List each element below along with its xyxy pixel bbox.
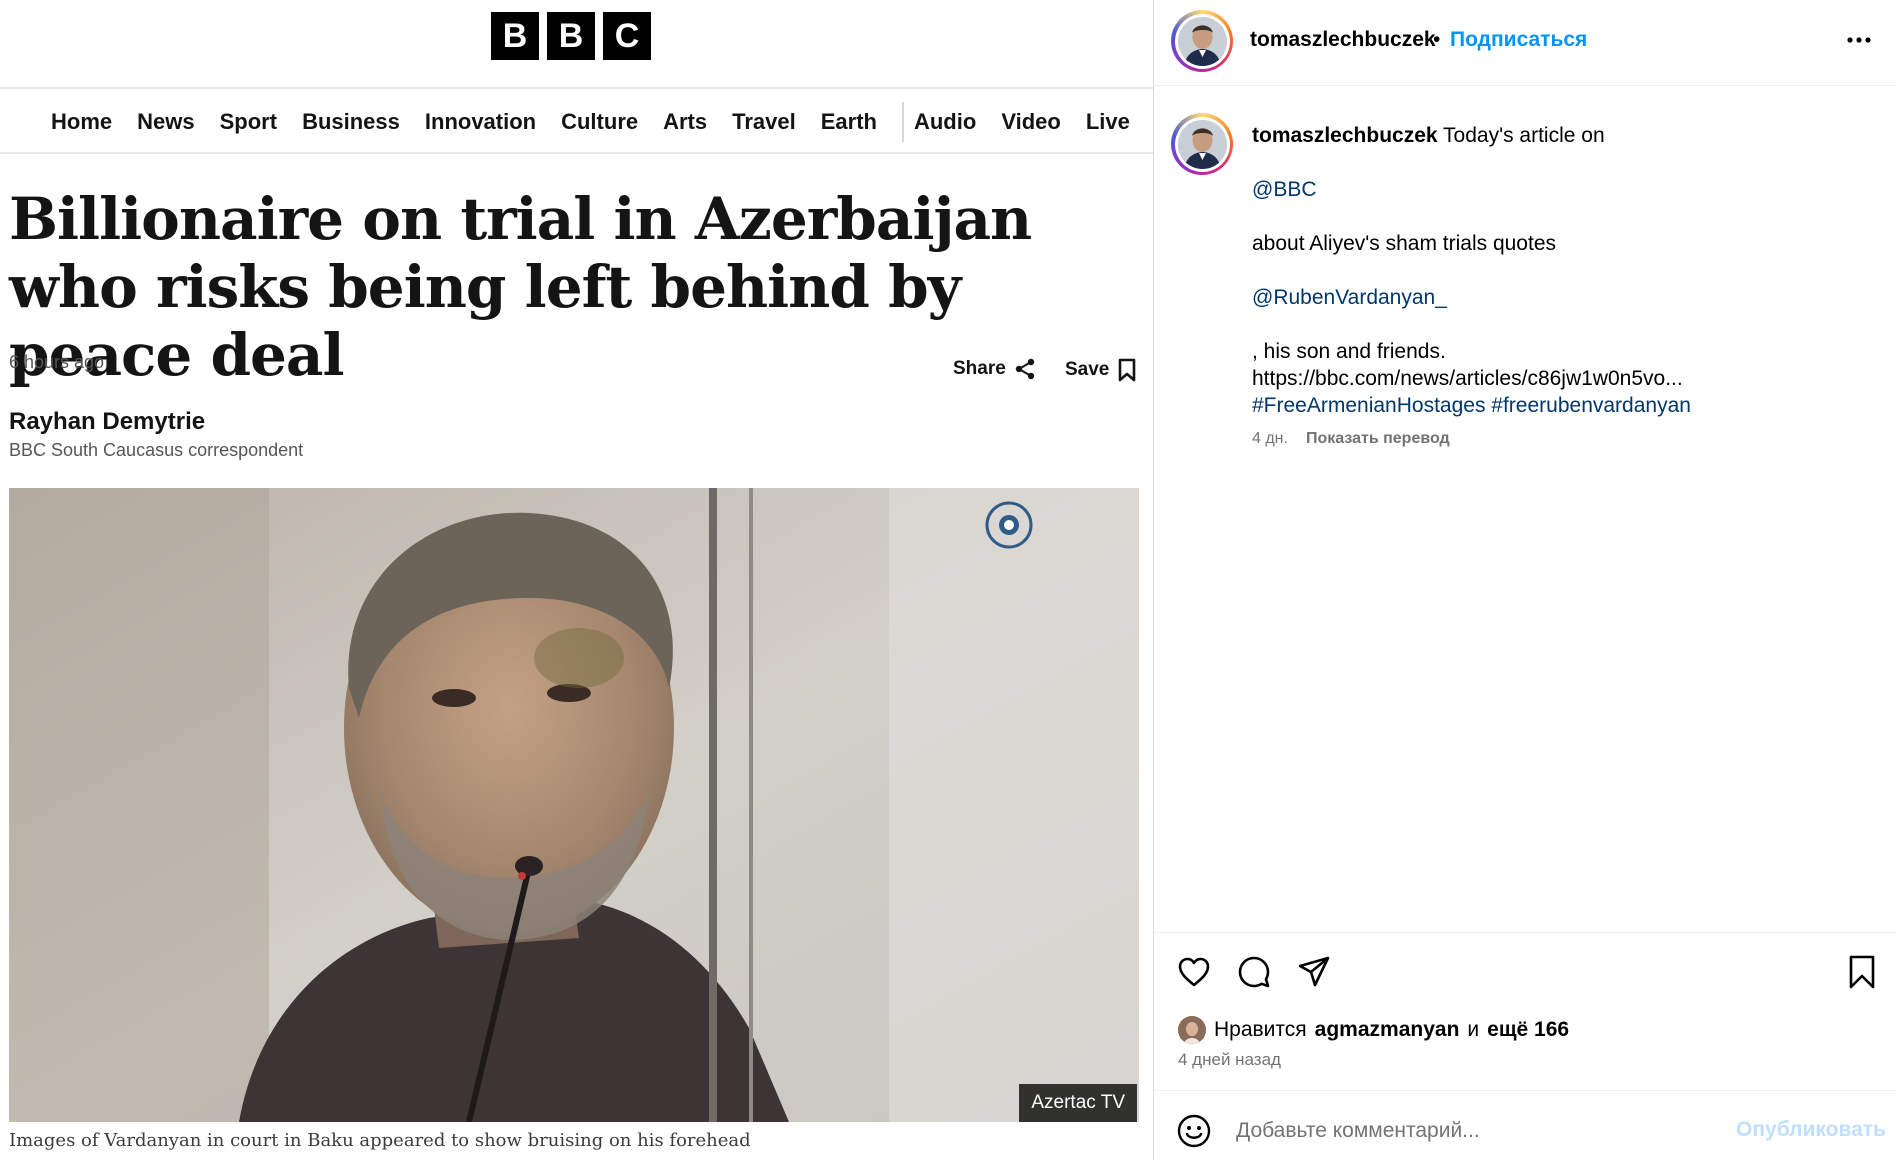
caption-intro: Today's article on [1443, 124, 1605, 147]
caption-meta: 4 дн. Показать перевод [1252, 430, 1450, 448]
nav-news[interactable]: News [137, 109, 194, 135]
caption-username[interactable]: tomaszlechbuczek [1252, 124, 1438, 147]
save-label: Save [1065, 359, 1110, 380]
likes-summary: Нравится agmazmanyan и ещё 166 [1178, 1016, 1569, 1044]
instagram-post-panel: tomaszlechbuczek • Подписаться tomaszlec… [1154, 0, 1896, 1160]
article-timestamp: 6 hours ago [9, 352, 105, 372]
nav-innovation[interactable]: Innovation [425, 109, 536, 135]
caption-line: about Aliyev's sham trials quotes [1252, 232, 1556, 255]
image-watermark: Azertac TV [1019, 1084, 1137, 1122]
article-headline: Billionaire on trial in Azerbaijan who r… [9, 185, 1032, 389]
caption-avatar [1177, 119, 1227, 169]
share-button[interactable]: Share [953, 358, 1036, 380]
caption-age: 4 дн. [1252, 430, 1288, 447]
heart-icon[interactable] [1176, 954, 1212, 990]
nav-divider [901, 102, 904, 142]
main-nav: Home News Sport Business Innovation Cult… [51, 102, 1153, 142]
share-icon [1015, 358, 1035, 380]
nav-audio[interactable]: Audio [914, 109, 976, 135]
comment-input[interactable] [1236, 1114, 1716, 1148]
nav-home[interactable]: Home [51, 109, 112, 135]
emoji-icon[interactable] [1176, 1113, 1212, 1149]
bookmark-icon[interactable] [1844, 954, 1880, 990]
nav-divider-line [0, 152, 1153, 154]
actions-divider [1154, 932, 1896, 933]
header-divider [0, 87, 1153, 89]
nav-arts[interactable]: Arts [663, 109, 707, 135]
nav-travel[interactable]: Travel [732, 109, 796, 135]
court-photo-illustration [9, 488, 1139, 1122]
nav-culture[interactable]: Culture [561, 109, 638, 135]
mention-bbc[interactable]: @BBC [1252, 178, 1317, 201]
image-caption: Images of Vardanyan in court in Baku app… [9, 1130, 751, 1151]
translate-button[interactable]: Показать перевод [1306, 430, 1450, 448]
mention-ruben[interactable]: @RubenVardanyan_ [1252, 286, 1447, 309]
logo-letter: C [603, 12, 651, 60]
author-role: BBC South Caucasus correspondent [9, 440, 304, 460]
article-screenshot: B B C Home News Sport Business Innovatio… [0, 0, 1153, 1160]
share-label: Share [953, 358, 1006, 379]
post-author-username[interactable]: tomaszlechbuczek [1250, 28, 1436, 52]
post-time[interactable]: 4 дней назад [1178, 1050, 1281, 1070]
comment-divider [1154, 1090, 1896, 1091]
likes-count-link[interactable]: ещё 166 [1487, 1018, 1569, 1042]
article-photo: Azertac TV [9, 488, 1139, 1122]
hashtag-link[interactable]: #freerubenvardanyan [1491, 394, 1691, 417]
bbc-logo[interactable]: B B C [491, 12, 651, 60]
nav-video[interactable]: Video [1001, 109, 1061, 135]
logo-letter: B [547, 12, 595, 60]
post-caption: tomaszlechbuczek Today's article on @BBC… [1252, 122, 1872, 419]
nav-sport[interactable]: Sport [220, 109, 277, 135]
liker-avatar[interactable] [1178, 1016, 1206, 1044]
save-button[interactable]: Save [1065, 358, 1137, 382]
avatar [1177, 16, 1227, 66]
avatar-image [1177, 119, 1227, 169]
nav-business[interactable]: Business [302, 109, 400, 135]
hashtag-link[interactable]: #FreeArmenianHostages [1252, 394, 1485, 417]
publish-button[interactable]: Опубликовать [1736, 1118, 1886, 1142]
liker-username[interactable]: agmazmanyan [1315, 1018, 1460, 1042]
bookmark-icon [1119, 358, 1136, 382]
post-header: tomaszlechbuczek • Подписаться [1154, 0, 1896, 86]
separator-dot: • [1433, 28, 1441, 51]
nav-live[interactable]: Live [1086, 109, 1130, 135]
liker-avatar-image [1178, 1016, 1206, 1044]
more-horizontal-icon[interactable] [1846, 27, 1872, 53]
follow-button[interactable]: Подписаться [1450, 28, 1587, 52]
comment-icon[interactable] [1236, 954, 1272, 990]
author-name[interactable]: Rayhan Demytrie [9, 408, 205, 436]
logo-letter: B [491, 12, 539, 60]
likes-conj: и [1467, 1018, 1480, 1041]
avatar-image [1177, 16, 1227, 66]
caption-url[interactable]: https://bbc.com/news/articles/c86jw1w0n5… [1252, 367, 1683, 390]
story-ring[interactable] [1171, 10, 1233, 72]
likes-prefix: Нравится [1214, 1018, 1307, 1041]
caption-line: , his son and friends. [1252, 340, 1446, 363]
nav-earth[interactable]: Earth [821, 109, 877, 135]
send-icon[interactable] [1296, 954, 1332, 990]
caption-avatar-ring[interactable] [1171, 113, 1233, 175]
